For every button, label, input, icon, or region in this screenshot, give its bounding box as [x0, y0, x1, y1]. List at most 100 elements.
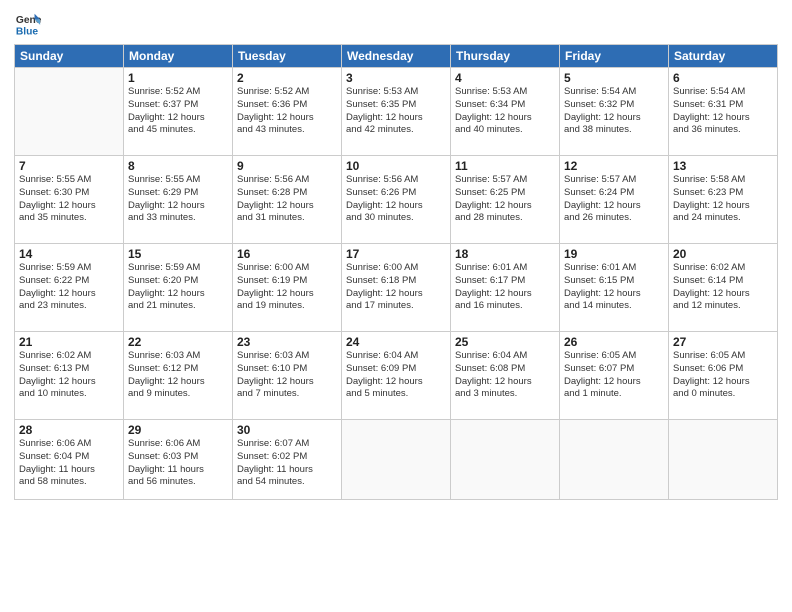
day-number: 17: [346, 247, 446, 261]
day-info: Sunrise: 6:06 AM Sunset: 6:03 PM Dayligh…: [128, 438, 228, 489]
col-header-monday: Monday: [124, 45, 233, 68]
calendar-cell: 5Sunrise: 5:54 AM Sunset: 6:32 PM Daylig…: [560, 68, 669, 156]
day-info: Sunrise: 6:07 AM Sunset: 6:02 PM Dayligh…: [237, 438, 337, 489]
day-info: Sunrise: 5:52 AM Sunset: 6:37 PM Dayligh…: [128, 86, 228, 137]
calendar-cell: [560, 420, 669, 500]
calendar-cell: 24Sunrise: 6:04 AM Sunset: 6:09 PM Dayli…: [342, 332, 451, 420]
day-number: 4: [455, 71, 555, 85]
day-info: Sunrise: 5:54 AM Sunset: 6:31 PM Dayligh…: [673, 86, 773, 137]
col-header-friday: Friday: [560, 45, 669, 68]
day-number: 27: [673, 335, 773, 349]
day-info: Sunrise: 5:58 AM Sunset: 6:23 PM Dayligh…: [673, 174, 773, 225]
calendar-cell: 29Sunrise: 6:06 AM Sunset: 6:03 PM Dayli…: [124, 420, 233, 500]
day-number: 19: [564, 247, 664, 261]
day-info: Sunrise: 6:00 AM Sunset: 6:19 PM Dayligh…: [237, 262, 337, 313]
calendar-cell: 12Sunrise: 5:57 AM Sunset: 6:24 PM Dayli…: [560, 156, 669, 244]
day-number: 3: [346, 71, 446, 85]
day-info: Sunrise: 6:04 AM Sunset: 6:08 PM Dayligh…: [455, 350, 555, 401]
day-number: 14: [19, 247, 119, 261]
calendar-table: SundayMondayTuesdayWednesdayThursdayFrid…: [14, 44, 778, 500]
calendar-cell: 15Sunrise: 5:59 AM Sunset: 6:20 PM Dayli…: [124, 244, 233, 332]
col-header-saturday: Saturday: [669, 45, 778, 68]
col-header-tuesday: Tuesday: [233, 45, 342, 68]
day-number: 6: [673, 71, 773, 85]
calendar-cell: 18Sunrise: 6:01 AM Sunset: 6:17 PM Dayli…: [451, 244, 560, 332]
day-info: Sunrise: 5:54 AM Sunset: 6:32 PM Dayligh…: [564, 86, 664, 137]
day-number: 9: [237, 159, 337, 173]
day-info: Sunrise: 6:04 AM Sunset: 6:09 PM Dayligh…: [346, 350, 446, 401]
calendar-cell: 23Sunrise: 6:03 AM Sunset: 6:10 PM Dayli…: [233, 332, 342, 420]
day-info: Sunrise: 5:57 AM Sunset: 6:25 PM Dayligh…: [455, 174, 555, 225]
calendar-cell: 9Sunrise: 5:56 AM Sunset: 6:28 PM Daylig…: [233, 156, 342, 244]
day-info: Sunrise: 5:56 AM Sunset: 6:26 PM Dayligh…: [346, 174, 446, 225]
calendar-cell: 21Sunrise: 6:02 AM Sunset: 6:13 PM Dayli…: [15, 332, 124, 420]
day-info: Sunrise: 5:59 AM Sunset: 6:22 PM Dayligh…: [19, 262, 119, 313]
day-number: 30: [237, 423, 337, 437]
calendar-cell: 28Sunrise: 6:06 AM Sunset: 6:04 PM Dayli…: [15, 420, 124, 500]
day-info: Sunrise: 6:02 AM Sunset: 6:13 PM Dayligh…: [19, 350, 119, 401]
calendar-cell: 20Sunrise: 6:02 AM Sunset: 6:14 PM Dayli…: [669, 244, 778, 332]
col-header-thursday: Thursday: [451, 45, 560, 68]
calendar-cell: 4Sunrise: 5:53 AM Sunset: 6:34 PM Daylig…: [451, 68, 560, 156]
logo: General Blue: [14, 10, 46, 38]
calendar-cell: 16Sunrise: 6:00 AM Sunset: 6:19 PM Dayli…: [233, 244, 342, 332]
day-info: Sunrise: 5:52 AM Sunset: 6:36 PM Dayligh…: [237, 86, 337, 137]
day-info: Sunrise: 5:56 AM Sunset: 6:28 PM Dayligh…: [237, 174, 337, 225]
calendar-cell: [669, 420, 778, 500]
calendar-cell: 30Sunrise: 6:07 AM Sunset: 6:02 PM Dayli…: [233, 420, 342, 500]
calendar-cell: 10Sunrise: 5:56 AM Sunset: 6:26 PM Dayli…: [342, 156, 451, 244]
logo-icon: General Blue: [14, 10, 42, 38]
day-info: Sunrise: 6:06 AM Sunset: 6:04 PM Dayligh…: [19, 438, 119, 489]
day-info: Sunrise: 5:57 AM Sunset: 6:24 PM Dayligh…: [564, 174, 664, 225]
svg-text:Blue: Blue: [16, 26, 39, 37]
day-info: Sunrise: 5:53 AM Sunset: 6:35 PM Dayligh…: [346, 86, 446, 137]
calendar-cell: 3Sunrise: 5:53 AM Sunset: 6:35 PM Daylig…: [342, 68, 451, 156]
col-header-sunday: Sunday: [15, 45, 124, 68]
day-number: 5: [564, 71, 664, 85]
day-number: 15: [128, 247, 228, 261]
day-info: Sunrise: 6:03 AM Sunset: 6:10 PM Dayligh…: [237, 350, 337, 401]
day-info: Sunrise: 5:55 AM Sunset: 6:29 PM Dayligh…: [128, 174, 228, 225]
calendar-cell: [342, 420, 451, 500]
calendar-cell: 13Sunrise: 5:58 AM Sunset: 6:23 PM Dayli…: [669, 156, 778, 244]
calendar-cell: 11Sunrise: 5:57 AM Sunset: 6:25 PM Dayli…: [451, 156, 560, 244]
calendar-cell: [451, 420, 560, 500]
calendar-cell: 7Sunrise: 5:55 AM Sunset: 6:30 PM Daylig…: [15, 156, 124, 244]
day-number: 2: [237, 71, 337, 85]
calendar-cell: 19Sunrise: 6:01 AM Sunset: 6:15 PM Dayli…: [560, 244, 669, 332]
day-number: 20: [673, 247, 773, 261]
calendar-cell: 2Sunrise: 5:52 AM Sunset: 6:36 PM Daylig…: [233, 68, 342, 156]
day-info: Sunrise: 6:03 AM Sunset: 6:12 PM Dayligh…: [128, 350, 228, 401]
day-number: 8: [128, 159, 228, 173]
day-info: Sunrise: 6:02 AM Sunset: 6:14 PM Dayligh…: [673, 262, 773, 313]
day-number: 13: [673, 159, 773, 173]
day-number: 1: [128, 71, 228, 85]
day-number: 23: [237, 335, 337, 349]
day-number: 26: [564, 335, 664, 349]
day-info: Sunrise: 6:05 AM Sunset: 6:07 PM Dayligh…: [564, 350, 664, 401]
col-header-wednesday: Wednesday: [342, 45, 451, 68]
day-info: Sunrise: 6:01 AM Sunset: 6:15 PM Dayligh…: [564, 262, 664, 313]
day-number: 22: [128, 335, 228, 349]
day-number: 24: [346, 335, 446, 349]
calendar-cell: [15, 68, 124, 156]
calendar-cell: 14Sunrise: 5:59 AM Sunset: 6:22 PM Dayli…: [15, 244, 124, 332]
calendar-cell: 6Sunrise: 5:54 AM Sunset: 6:31 PM Daylig…: [669, 68, 778, 156]
day-number: 21: [19, 335, 119, 349]
day-number: 25: [455, 335, 555, 349]
calendar-cell: 22Sunrise: 6:03 AM Sunset: 6:12 PM Dayli…: [124, 332, 233, 420]
calendar-cell: 26Sunrise: 6:05 AM Sunset: 6:07 PM Dayli…: [560, 332, 669, 420]
day-info: Sunrise: 5:53 AM Sunset: 6:34 PM Dayligh…: [455, 86, 555, 137]
day-info: Sunrise: 5:59 AM Sunset: 6:20 PM Dayligh…: [128, 262, 228, 313]
day-number: 7: [19, 159, 119, 173]
day-number: 10: [346, 159, 446, 173]
calendar-cell: 17Sunrise: 6:00 AM Sunset: 6:18 PM Dayli…: [342, 244, 451, 332]
day-number: 16: [237, 247, 337, 261]
calendar-cell: 25Sunrise: 6:04 AM Sunset: 6:08 PM Dayli…: [451, 332, 560, 420]
day-number: 12: [564, 159, 664, 173]
day-info: Sunrise: 6:05 AM Sunset: 6:06 PM Dayligh…: [673, 350, 773, 401]
day-number: 29: [128, 423, 228, 437]
day-info: Sunrise: 6:01 AM Sunset: 6:17 PM Dayligh…: [455, 262, 555, 313]
page-header: General Blue: [14, 10, 778, 38]
calendar-cell: 1Sunrise: 5:52 AM Sunset: 6:37 PM Daylig…: [124, 68, 233, 156]
